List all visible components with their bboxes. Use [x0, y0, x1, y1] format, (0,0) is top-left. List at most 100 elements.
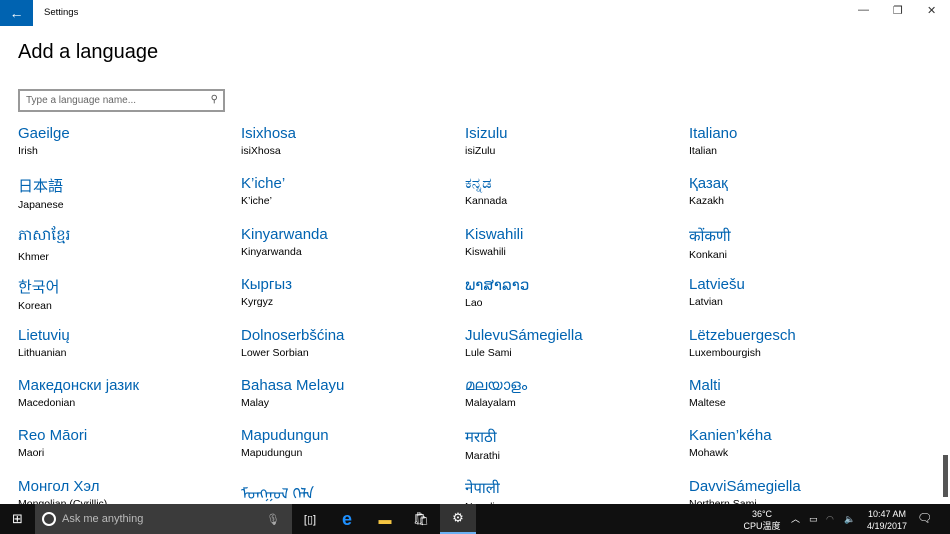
- language-native-name: मराठी: [465, 429, 497, 447]
- language-item[interactable]: Lëtzebuergesch Luxembourgish: [689, 327, 909, 359]
- language-native-name: Kinyarwanda: [241, 225, 328, 243]
- edge-icon: e: [341, 508, 352, 529]
- language-item[interactable]: Lietuvių Lithuanian: [18, 327, 238, 359]
- language-english-name: Khmer: [18, 250, 49, 263]
- close-button[interactable]: ✕: [927, 4, 936, 17]
- language-native-name: Latviešu: [689, 276, 745, 294]
- language-item[interactable]: ᠮᠣᠩᠭᠣᠯ ᠬᠡᠯᠡMongolian (Traditional Mongol…: [241, 478, 461, 504]
- language-native-name: Кыргыз: [241, 276, 292, 294]
- language-item[interactable]: Isizulu isiZulu: [465, 125, 685, 157]
- language-item[interactable]: DavviSámegiella Northern Sami: [689, 478, 909, 504]
- action-center-icon[interactable]: 🗨: [917, 512, 932, 524]
- language-native-name: Монгол Хэл: [18, 477, 100, 495]
- gear-icon: ⚙: [452, 510, 464, 525]
- language-native-name: Isizulu: [465, 125, 508, 142]
- language-english-name: Kazakh: [689, 195, 725, 208]
- language-item[interactable]: JulevuSámegiella Lule Sami: [465, 327, 685, 359]
- page-title: Add a language: [18, 41, 159, 63]
- language-english-name: Macedonian: [18, 397, 76, 409]
- language-item[interactable]: Kiswahili Kiswahili: [465, 226, 685, 258]
- language-native-name: DavviSámegiella: [689, 477, 801, 495]
- language-item[interactable]: Bahasa Melayu Malay: [241, 377, 461, 409]
- language-search-input[interactable]: Type a language name... ⚲: [18, 89, 225, 112]
- language-item[interactable]: Gaeilge Irish: [18, 125, 238, 157]
- language-item[interactable]: Isixhosa isiXhosa: [241, 125, 461, 157]
- language-item[interactable]: Mapudungun Mapudungun: [241, 427, 461, 459]
- window-title: Settings: [44, 7, 79, 18]
- search-icon[interactable]: ⚲: [211, 94, 218, 105]
- language-english-name: Luxembourgish: [689, 346, 761, 359]
- language-english-name: Malay: [241, 397, 270, 409]
- temperature-label: CPU温度: [743, 521, 781, 531]
- language-native-name: JulevuSámegiella: [465, 326, 583, 344]
- language-english-name: Lao: [465, 297, 483, 310]
- language-english-name: Mohawk: [689, 447, 729, 460]
- language-english-name: Korean: [18, 300, 52, 313]
- language-english-name: Kannada: [465, 195, 508, 208]
- minimize-button[interactable]: —: [858, 4, 869, 16]
- language-item[interactable]: Reo Māori Maori: [18, 427, 238, 459]
- language-english-name: Lithuanian: [18, 346, 67, 359]
- clock[interactable]: 10:47 AM 4/19/2017: [862, 508, 912, 532]
- language-native-name: Lietuvių: [18, 326, 70, 344]
- language-item[interactable]: मराठी Marathi: [465, 427, 685, 462]
- back-button[interactable]: ←: [0, 0, 33, 26]
- language-english-name: Maori: [18, 447, 45, 460]
- language-english-name: Kinyarwanda: [241, 245, 302, 258]
- language-item[interactable]: कोंकणी Konkani: [689, 226, 909, 261]
- back-arrow-icon: ←: [9, 5, 24, 21]
- language-item[interactable]: Кыргыз Kyrgyz: [241, 276, 461, 308]
- scrollbar[interactable]: [943, 455, 948, 497]
- folder-icon: ▬: [378, 511, 392, 527]
- restore-button[interactable]: ❐: [893, 4, 903, 17]
- file-explorer-button[interactable]: ▬: [370, 504, 400, 534]
- settings-taskbar-button[interactable]: ⚙: [440, 504, 476, 534]
- edge-button[interactable]: e: [332, 504, 362, 534]
- title-bar: ← Settings — ❐ ✕: [0, 0, 950, 26]
- language-item[interactable]: Latviešu Latvian: [689, 276, 909, 308]
- language-native-name: Gaeilge: [18, 125, 70, 142]
- language-item[interactable]: 한국어 Korean: [18, 276, 238, 312]
- wifi-icon[interactable]: ◠: [826, 513, 834, 525]
- microphone-icon[interactable]: 🎙: [266, 513, 280, 526]
- language-item[interactable]: Kinyarwanda Kinyarwanda: [241, 226, 461, 258]
- language-english-name: Italian: [689, 145, 718, 157]
- language-item[interactable]: Italiano Italian: [689, 125, 909, 157]
- language-english-name: isiZulu: [465, 145, 496, 157]
- battery-icon[interactable]: ▭: [809, 513, 818, 525]
- language-native-name: ಕನ್ನಡ: [465, 175, 492, 193]
- language-native-name: Lëtzebuergesch: [689, 326, 796, 344]
- language-item[interactable]: മലയാളം Malayalam: [465, 377, 685, 409]
- language-native-name: Isixhosa: [241, 125, 297, 142]
- language-english-name: isiXhosa: [241, 145, 281, 157]
- language-item[interactable]: ພາສາລາວ Lao: [465, 276, 685, 309]
- cpu-temperature: 36°C CPU温度: [740, 508, 784, 532]
- language-item[interactable]: ಕನ್ನಡ Kannada: [465, 175, 685, 207]
- language-native-name: Bahasa Melayu: [241, 377, 345, 394]
- volume-icon[interactable]: 🔈: [844, 513, 855, 525]
- language-item[interactable]: Македонски јазик Macedonian: [18, 377, 238, 409]
- language-item[interactable]: नेपालीNepali: [465, 478, 685, 504]
- language-item[interactable]: K’iche’ K’iche’: [241, 175, 461, 207]
- language-native-name: 한국어: [18, 279, 60, 297]
- language-item[interactable]: Kanien’kéha Mohawk: [689, 427, 909, 459]
- language-english-name: K’iche’: [241, 195, 272, 208]
- language-native-name: K’iche’: [241, 175, 286, 193]
- language-item[interactable]: Malti Maltese: [689, 377, 909, 409]
- language-english-name: Lower Sorbian: [241, 346, 309, 359]
- language-native-name: Mapudungun: [241, 427, 329, 445]
- language-english-name: Marathi: [465, 450, 501, 463]
- store-button[interactable]: 🛍: [406, 504, 436, 534]
- language-item[interactable]: Dolnoserbšćina Lower Sorbian: [241, 327, 461, 359]
- language-item[interactable]: 日本語 Japanese: [18, 175, 238, 211]
- cortana-icon: [42, 512, 56, 526]
- start-button[interactable]: ⊞: [0, 504, 35, 534]
- language-item[interactable]: Қазақ Kazakh: [689, 175, 909, 207]
- language-item[interactable]: ភាសាខ្មែរ Khmer: [18, 226, 238, 263]
- language-item[interactable]: Монгол Хэл Mongolian (Cyrillic): [18, 478, 238, 504]
- cortana-search-box[interactable]: Ask me anything 🎙: [35, 504, 292, 534]
- task-view-button[interactable]: [▯]: [295, 504, 325, 534]
- language-native-name: Dolnoserbšćina: [241, 326, 345, 344]
- show-hidden-icons-chevron-icon[interactable]: ︿: [791, 513, 800, 525]
- language-native-name: Kiswahili: [465, 225, 524, 243]
